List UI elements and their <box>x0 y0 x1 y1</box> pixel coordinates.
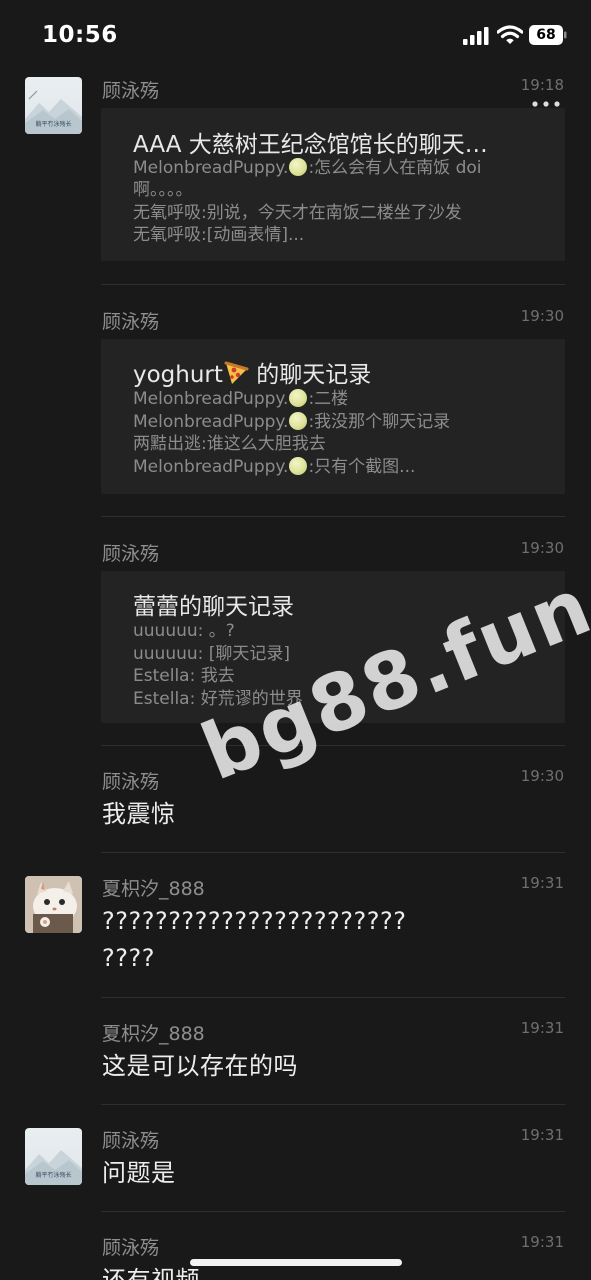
wifi-icon <box>497 25 523 44</box>
sender-name: 顾泳殇 <box>102 543 160 565</box>
card-line: 啊。。。。 <box>133 180 193 200</box>
avatar-caption: 躺平冇泳殇长 <box>35 121 72 128</box>
message-text: ??????????????????????? <box>102 907 407 935</box>
status-time: 10:56 <box>42 22 118 48</box>
avatar[interactable]: 躺平冇泳殇长 <box>25 77 82 134</box>
card-line: uuuuuu: [聊天记录] <box>133 644 291 664</box>
message-item: 躺平冇泳殇长 顾泳殇 19:31 问题是 <box>0 1105 591 1210</box>
message-time: 19:30 <box>520 539 564 557</box>
sender-name: 夏枳汐_888 <box>102 878 205 900</box>
card-title: 蕾蕾的聊天记录 <box>133 594 294 620</box>
card-line: MelonbreadPuppy.:怎么会有人在南饭 doi <box>133 158 482 178</box>
melon-emoji-icon <box>289 457 308 475</box>
card-title: yoghurt 的聊天记录 <box>133 361 372 388</box>
message-item: 夏枳汐_888 19:31 ??????????????????????? ??… <box>0 853 591 996</box>
sender-name: 顾泳殇 <box>102 771 160 793</box>
pizza-emoji-icon <box>224 361 249 384</box>
avatar-caption: 躺平冇泳殇长 <box>35 1172 72 1179</box>
battery-icon: 68 <box>529 25 567 45</box>
message-time: 19:31 <box>520 1019 564 1037</box>
card-line: Estella: 我去 <box>133 666 235 686</box>
sender-name: 夏枳汐_888 <box>102 1023 205 1045</box>
avatar[interactable] <box>25 876 82 933</box>
melon-emoji-icon <box>289 389 308 407</box>
avatar[interactable]: 躺平冇泳殇长 <box>25 1128 82 1185</box>
home-indicator[interactable] <box>190 1259 402 1266</box>
message-text: 问题是 <box>102 1159 176 1187</box>
card-line: MelonbreadPuppy.:只有个截图... <box>133 457 416 477</box>
message-text: 我震惊 <box>102 800 176 828</box>
message-time: 19:31 <box>520 1233 564 1251</box>
sender-name: 顾泳殇 <box>102 311 160 333</box>
message-text: 这是可以存在的吗 <box>102 1052 298 1080</box>
card-line: 两黠出逃:谁这么大胆我去 <box>133 434 326 454</box>
card-line: 无氧呼吸:别说，今天才在南饭二楼坐了沙发 <box>133 203 462 223</box>
card-line: uuuuuu: 。? <box>133 621 235 641</box>
sender-name: 顾泳殇 <box>102 80 160 102</box>
card-line: MelonbreadPuppy.:二楼 <box>133 389 349 409</box>
card-line: MelonbreadPuppy.:我没那个聊天记录 <box>133 412 451 432</box>
message-item: 顾泳殇 19:31 还有视频 <box>0 1212 591 1280</box>
status-bar: 10:56 68 <box>0 0 591 70</box>
message-item: 顾泳殇 19:30 yoghurt 的聊天记录 MelonbreadPuppy.… <box>0 285 591 515</box>
message-time: 19:30 <box>520 767 564 785</box>
battery-level: 68 <box>536 27 556 43</box>
message-item: 夏枳汐_888 19:31 这是可以存在的吗 <box>0 998 591 1103</box>
message-time: 19:31 <box>520 1126 564 1144</box>
sender-name: 顾泳殇 <box>102 1130 160 1152</box>
card-line: 无氧呼吸:[动画表情]... <box>133 225 305 245</box>
message-item: 躺平冇泳殇长 顾泳殇 19:18 AAA 大慈树王纪念馆馆长的聊天… Melon… <box>0 70 591 280</box>
chat-history-card[interactable]: yoghurt 的聊天记录 MelonbreadPuppy.:二楼 Melonb… <box>101 339 565 494</box>
message-text: ???? <box>102 944 155 972</box>
cellular-signal-icon <box>463 27 489 45</box>
message-text: 还有视频 <box>102 1266 200 1280</box>
message-time: 19:30 <box>520 307 564 325</box>
message-time: 19:18 <box>520 76 564 94</box>
chat-history-card[interactable]: AAA 大慈树王纪念馆馆长的聊天… MelonbreadPuppy.:怎么会有人… <box>101 108 565 261</box>
sender-name: 顾泳殇 <box>102 1237 160 1259</box>
melon-emoji-icon <box>289 158 308 176</box>
card-title: AAA 大慈树王纪念馆馆长的聊天… <box>133 132 488 158</box>
message-time: 19:31 <box>520 874 564 892</box>
melon-emoji-icon <box>289 412 308 430</box>
